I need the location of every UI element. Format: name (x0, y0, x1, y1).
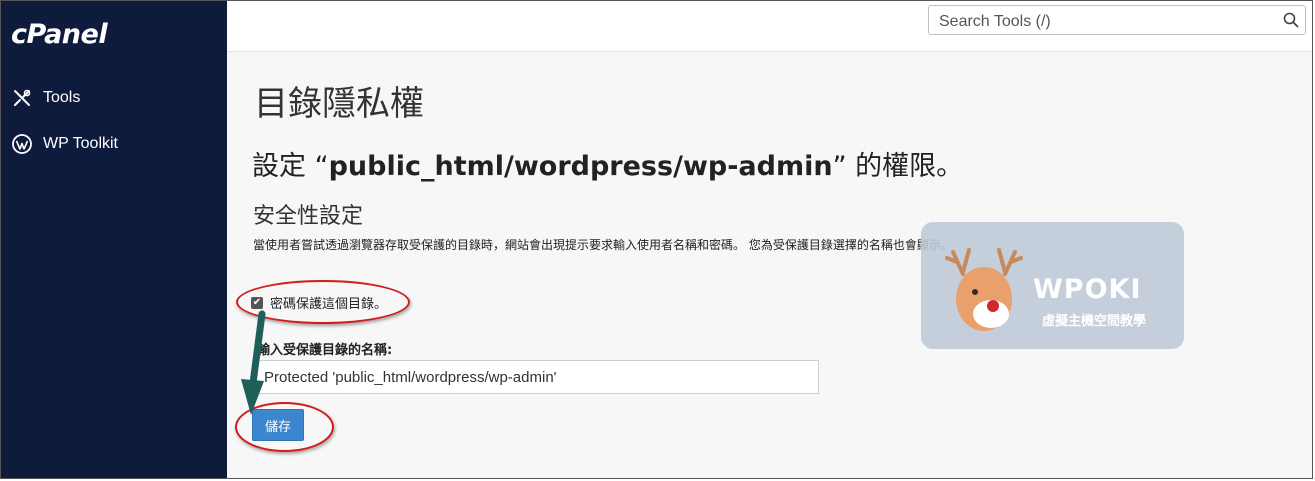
description-text: 當使用者嘗試透過瀏覽器存取受保護的目錄時，網站會出現提示要求輸入使用者名稱和密碼… (253, 238, 953, 252)
subtitle-suffix: ” 的權限。 (832, 151, 964, 182)
page-title: 目錄隱私權 (254, 84, 424, 124)
search-box[interactable] (928, 5, 1306, 35)
sidebar-item-wp-toolkit[interactable]: WP Toolkit (11, 133, 118, 155)
watermark-brand: WPOKI (1033, 274, 1142, 305)
tools-icon (11, 87, 33, 109)
page-subtitle: 設定 “public_html/wordpress/wp-admin” 的權限。 (252, 144, 963, 183)
directory-name-label: 輸入受保護目錄的名稱: (257, 343, 393, 358)
watermark-tagline: 虛擬主機空間教學 (1042, 314, 1147, 329)
subtitle-prefix: 設定 “ (252, 151, 329, 182)
search-input[interactable] (937, 11, 1271, 33)
sidebar-item-label: WP Toolkit (43, 135, 118, 152)
section-title: 安全性設定 (253, 204, 364, 229)
sidebar-item-tools[interactable]: Tools (11, 87, 80, 109)
cpanel-logo[interactable]: cPanel (11, 19, 108, 50)
sidebar-item-label: Tools (43, 89, 81, 106)
sidebar: cPanel Tools WP Toolkit (1, 1, 227, 478)
main-content: 目錄隱私權 設定 “public_html/wordpress/wp-admin… (227, 52, 1312, 478)
search-icon[interactable] (1283, 12, 1299, 33)
wordpress-icon (11, 133, 33, 155)
app-window: cPanel Tools WP Toolkit Search Tools (/)… (0, 0, 1313, 479)
watermark: WPOKI 虛擬主機空間教學 (921, 222, 1184, 349)
reindeer-logo-icon (945, 248, 1023, 331)
top-bar (227, 1, 1312, 52)
directory-name-input[interactable] (253, 360, 819, 394)
subtitle-path: public_html/wordpress/wp-admin (328, 151, 833, 182)
checkbox-highlight-ring (236, 280, 410, 324)
save-highlight-ring (235, 402, 334, 452)
